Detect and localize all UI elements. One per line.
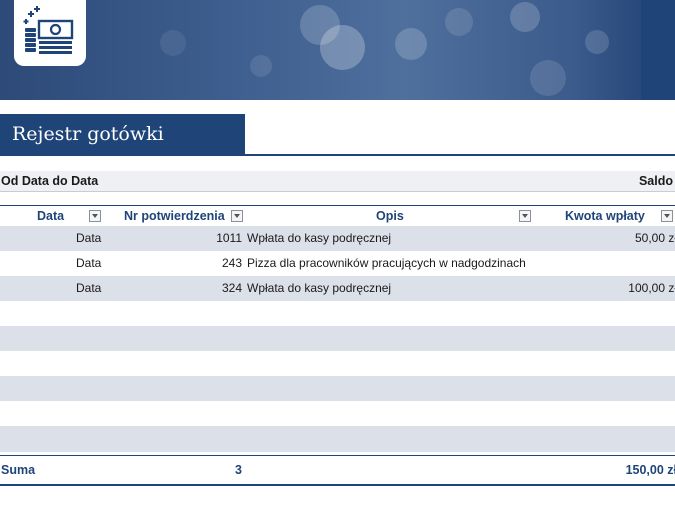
empty-table-row[interactable]: [0, 326, 675, 351]
empty-table-row[interactable]: [0, 401, 675, 426]
cell-date: Data: [76, 256, 102, 270]
column-header-deposit-amount: Kwota wpłaty: [565, 209, 645, 223]
cell-description: Pizza dla pracowników pracujących w nadg…: [247, 256, 526, 270]
cell-description: Wpłata do kasy podręcznej: [247, 281, 392, 295]
empty-table-row[interactable]: [0, 301, 675, 326]
cell-receipt-no: 1011: [216, 231, 242, 245]
filter-dropdown-icon[interactable]: [231, 210, 243, 222]
banner-bokeh: [445, 8, 473, 36]
title-divider: [0, 154, 675, 156]
date-range-bar: Od Data do Data Saldo: [0, 171, 675, 192]
table-row[interactable]: Data 243 Pizza dla pracowników pracujący…: [0, 251, 675, 276]
table-row[interactable]: Data 324 Wpłata do kasy podręcznej 100,0…: [0, 276, 675, 301]
filter-dropdown-icon[interactable]: [519, 210, 531, 222]
banner-bokeh: [530, 60, 566, 96]
totals-label: Suma: [1, 463, 36, 477]
banner-bokeh: [320, 25, 365, 70]
banner-edge: [641, 0, 675, 100]
table-header: Data Nr potwierdzenia Opis Kwota wpłaty: [0, 205, 675, 227]
totals-deposit-amount: 150,00 zł: [625, 463, 675, 477]
banner-bokeh: [585, 30, 609, 54]
cell-deposit-amount: 50,00 zł: [634, 231, 675, 245]
banner-bokeh: [510, 2, 540, 32]
cell-date: Data: [76, 281, 102, 295]
totals-receipt-count: 3: [235, 463, 242, 477]
column-header-description: Opis: [376, 209, 404, 223]
empty-table-row[interactable]: [0, 351, 675, 376]
page-title: Rejestr gotówki podręcznej: [0, 114, 245, 185]
balance-label: Saldo: [638, 174, 673, 188]
cell-date: Data: [76, 231, 102, 245]
banner-bokeh: [395, 28, 427, 60]
column-header-date: Data: [37, 209, 65, 223]
filter-dropdown-icon[interactable]: [89, 210, 101, 222]
banner-bokeh: [160, 30, 186, 56]
date-range-label: Od Data do Data: [1, 174, 99, 188]
totals-row: Suma 3 150,00 zł: [0, 455, 675, 486]
empty-table-row[interactable]: [0, 376, 675, 401]
empty-table-row[interactable]: [0, 426, 675, 452]
cell-deposit-amount: 100,00 zł: [628, 281, 675, 295]
filter-dropdown-icon[interactable]: [661, 210, 673, 222]
cell-description: Wpłata do kasy podręcznej: [247, 231, 392, 245]
cell-receipt-no: 243: [221, 256, 242, 270]
column-header-receipt-no: Nr potwierdzenia: [124, 209, 225, 223]
banner-bokeh: [250, 55, 272, 77]
logo-tile: [14, 0, 86, 66]
cash-stack-icon: [23, 6, 74, 54]
cell-receipt-no: 324: [221, 281, 242, 295]
table-row[interactable]: Data 1011 Wpłata do kasy podręcznej 50,0…: [0, 226, 675, 251]
header-banner: [0, 0, 675, 100]
